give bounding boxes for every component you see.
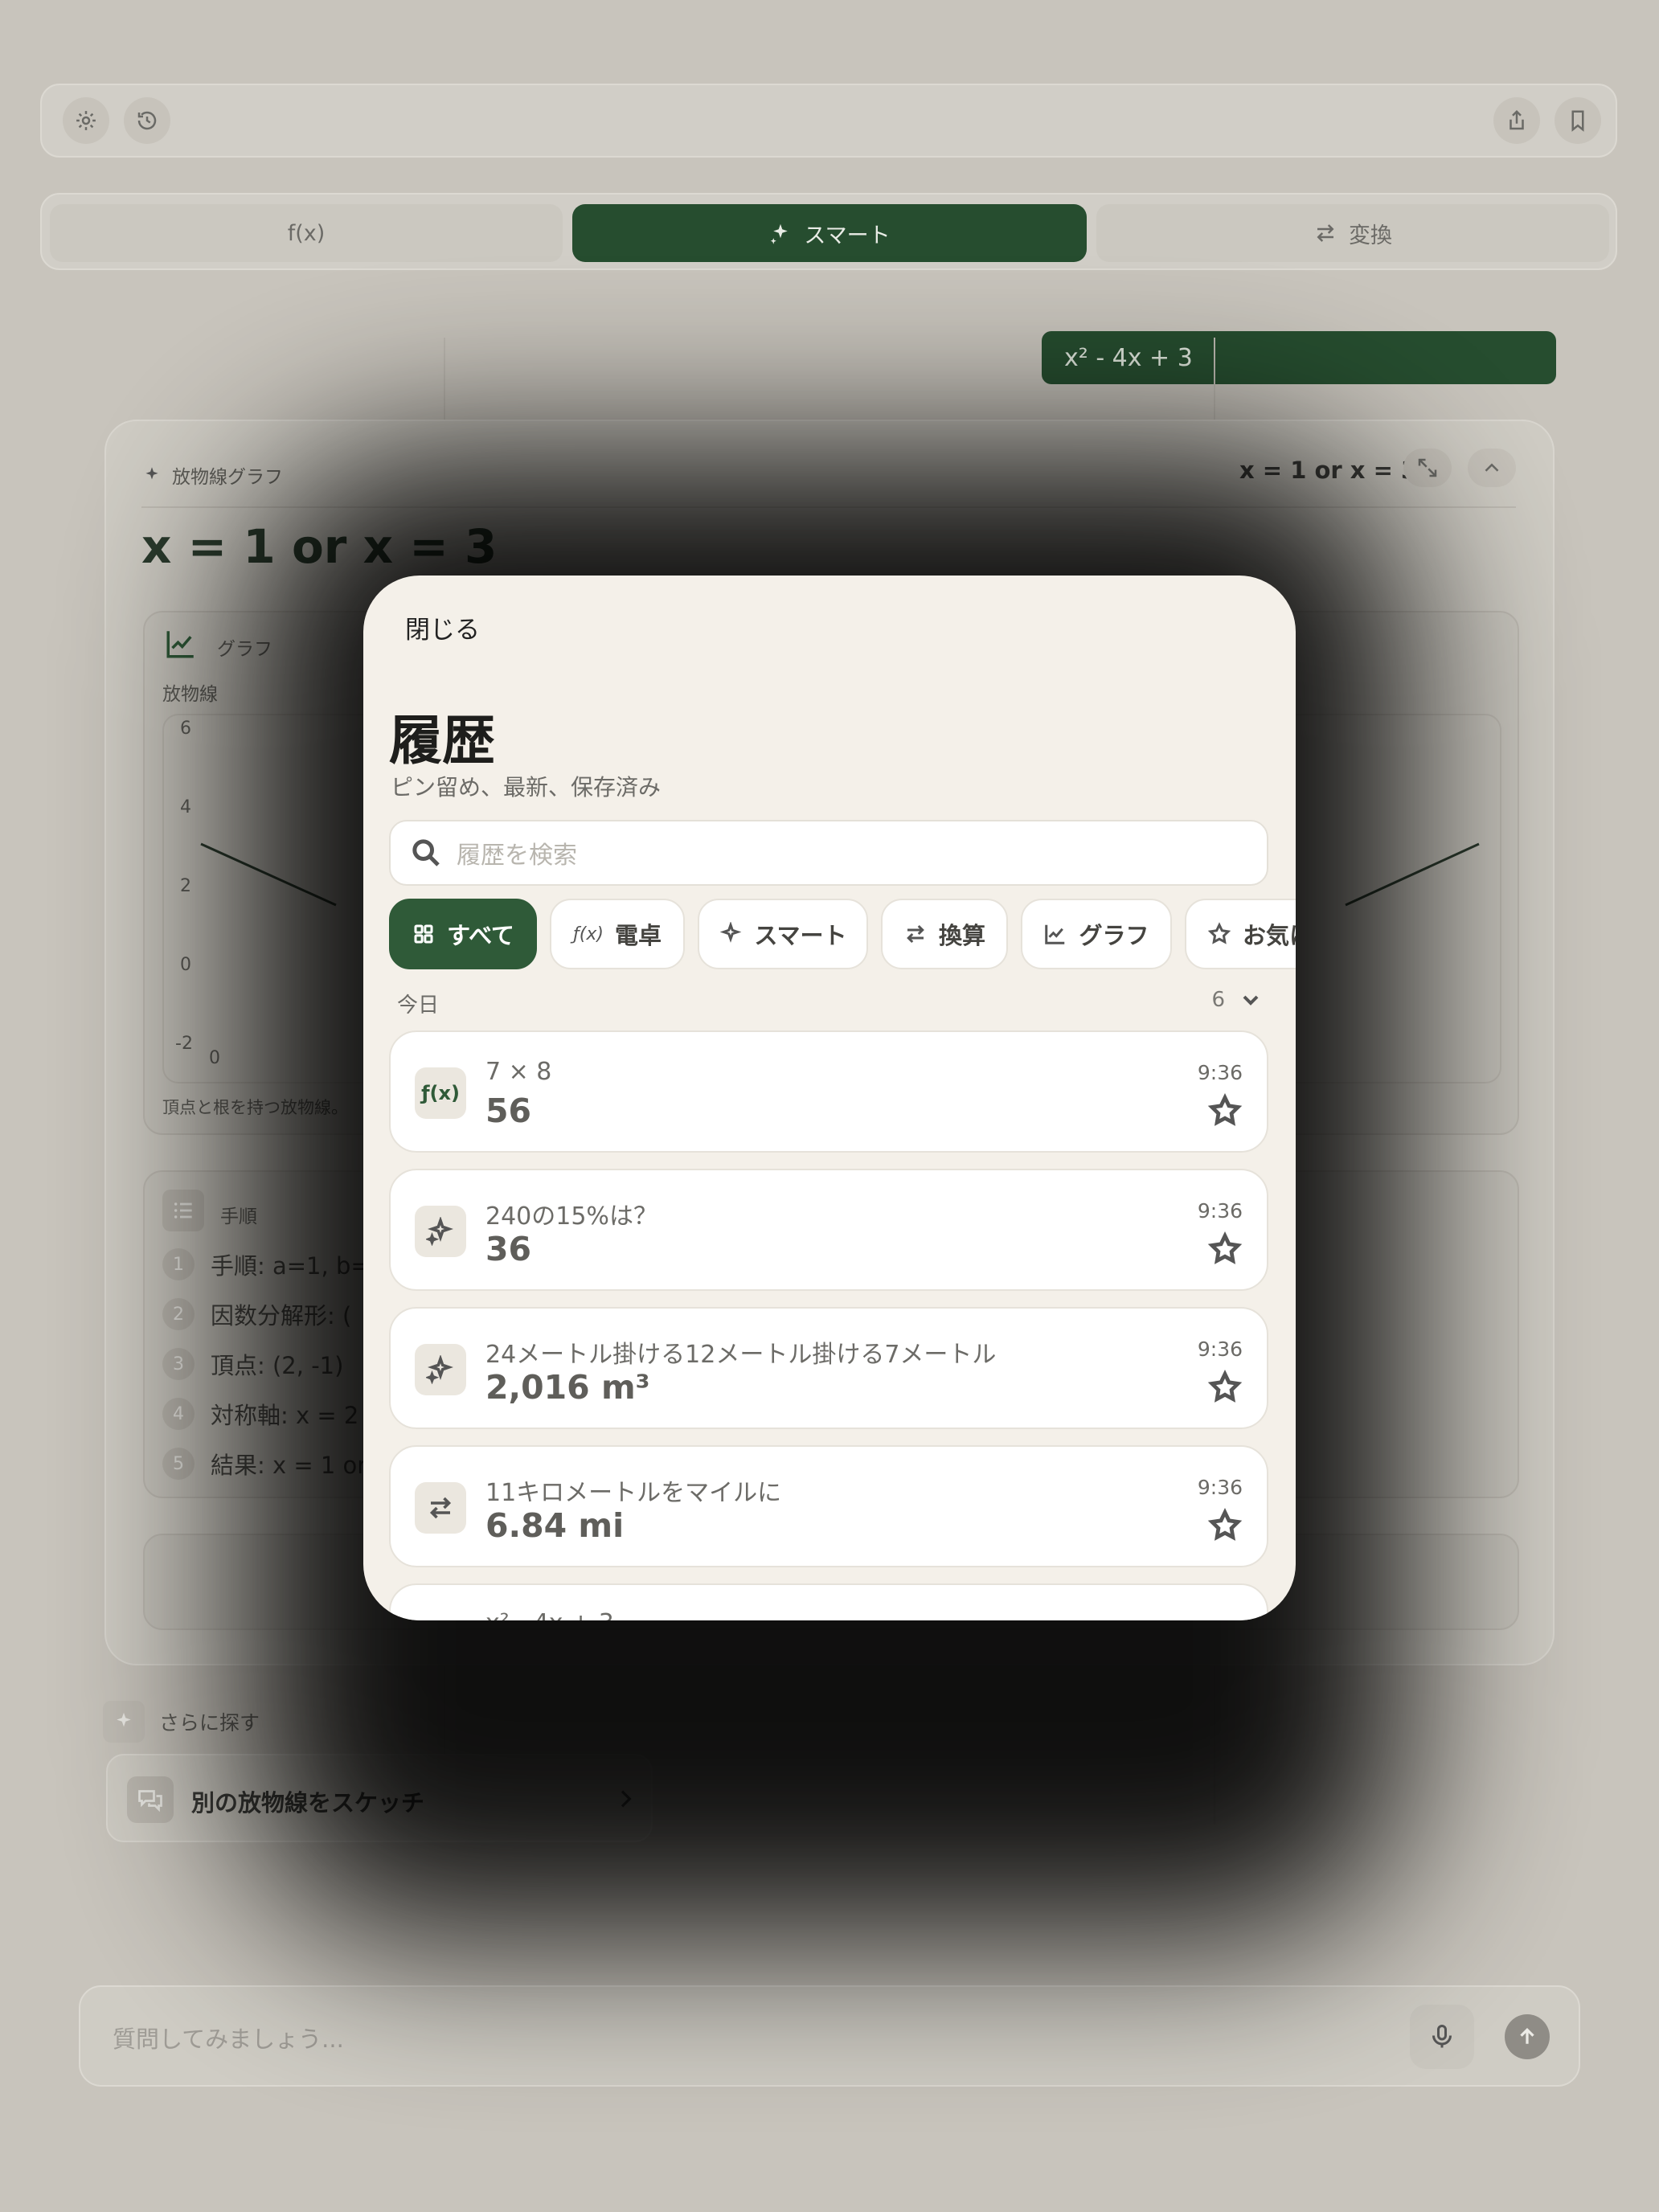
- history-time: 9:36: [1197, 1199, 1243, 1223]
- mode-segmented-control: f(x) スマート 変換: [40, 193, 1617, 270]
- mode-tab-convert-label: 変換: [1349, 223, 1392, 248]
- section-count-toggle[interactable]: 6: [1211, 987, 1264, 1013]
- history-query: 11キロメートルをマイルに: [485, 1479, 782, 1507]
- expression-text: x² - 4x + 3: [1064, 343, 1193, 372]
- sparkle-icon: [145, 467, 158, 480]
- chat-bubbles-icon: [127, 1776, 174, 1823]
- history-answer: 2,016 m³: [485, 1368, 650, 1407]
- step-number: 1: [162, 1248, 195, 1280]
- expand-icon[interactable]: [1403, 449, 1452, 487]
- star-icon[interactable]: [1207, 1231, 1243, 1267]
- sparkle-icon: [103, 1701, 145, 1743]
- history-query: 7 × 8: [485, 1058, 552, 1086]
- list-icon: [162, 1190, 204, 1231]
- mic-icon[interactable]: [1410, 2005, 1474, 2069]
- step-number: 4: [162, 1398, 195, 1430]
- mode-tab-fx[interactable]: f(x): [50, 204, 563, 262]
- filter-chip-label: お気に: [1243, 922, 1296, 949]
- bookmark-icon[interactable]: [1555, 97, 1601, 144]
- history-time: 9:36: [1197, 1061, 1243, 1084]
- filter-chip-graph[interactable]: グラフ: [1021, 899, 1172, 969]
- star-icon: [1207, 922, 1231, 944]
- history-item[interactable]: 11キロメートルをマイルに 6.84 mi 9:36: [389, 1445, 1268, 1567]
- function-icon: ƒ(x): [415, 1067, 466, 1119]
- sparkle-icon: [415, 1344, 466, 1395]
- filter-chip-label: 換算: [938, 922, 985, 949]
- filter-chip-conversion[interactable]: 換算: [881, 899, 1008, 969]
- card-kind-label: 放物線グラフ: [172, 467, 283, 488]
- star-icon[interactable]: [1207, 1508, 1243, 1543]
- filter-chip-label: スマート: [754, 922, 847, 949]
- mode-tab-smart-label: スマート: [804, 223, 891, 248]
- chart-icon: [166, 631, 194, 658]
- ask-bar: 質問してみましょう...: [79, 1985, 1580, 2087]
- filter-chip-label: グラフ: [1079, 922, 1149, 949]
- history-time: 9:36: [1197, 1337, 1243, 1361]
- history-modal: 閉じる 履歴 ピン留め、最新、保存済み 履歴を検索 すべて ƒ(x) 電卓 スマ…: [363, 576, 1296, 1620]
- mode-tab-smart[interactable]: スマート: [572, 204, 1087, 262]
- mode-tab-convert[interactable]: 変換: [1096, 204, 1609, 262]
- filter-chip-calculator[interactable]: ƒ(x) 電卓: [550, 899, 685, 969]
- history-item[interactable]: 240の15%は？ 36 9:36: [389, 1169, 1268, 1291]
- step-number: 5: [162, 1448, 195, 1480]
- section-label-today: 今日: [397, 993, 440, 1018]
- history-query: x² - 4x + 3: [485, 1609, 614, 1620]
- chevron-up-icon[interactable]: [1468, 449, 1516, 487]
- expression-pill[interactable]: x² - 4x + 3: [1042, 331, 1556, 384]
- function-icon: ƒ(x): [573, 924, 604, 944]
- function-icon-text: ƒ(x): [421, 1082, 460, 1104]
- gear-icon[interactable]: [63, 97, 109, 144]
- history-answer: 36: [485, 1230, 532, 1268]
- filter-chip-smart[interactable]: スマート: [698, 899, 868, 969]
- explore-header: さらに探す: [103, 1701, 260, 1743]
- filter-chip-label: 電卓: [614, 922, 662, 949]
- search-icon: [412, 839, 440, 866]
- step-number: 2: [162, 1298, 195, 1330]
- sparkle-icon: [415, 1206, 466, 1257]
- sparkle-icon: [720, 922, 742, 943]
- search-placeholder: 履歴を検索: [457, 842, 577, 870]
- history-query: 24メートル掛ける12メートル掛ける7メートル: [485, 1341, 997, 1369]
- send-icon[interactable]: [1505, 2014, 1550, 2059]
- arrows-swap-icon: [415, 1482, 466, 1534]
- modal-subtitle: ピン留め、最新、保存済み: [391, 774, 662, 801]
- chart-icon: [1045, 924, 1065, 944]
- sparkle-icon: [771, 223, 789, 244]
- mode-tab-fx-label: f(x): [287, 220, 326, 246]
- filter-chip-all[interactable]: すべて: [389, 899, 537, 969]
- star-icon[interactable]: [1207, 1093, 1243, 1129]
- history-item[interactable]: x² - 4x + 3: [389, 1583, 1268, 1620]
- history-time: 9:36: [1197, 1476, 1243, 1499]
- section-count: 6: [1211, 988, 1225, 1012]
- card-kind: 放物線グラフ: [141, 461, 283, 489]
- grid-icon: [414, 924, 433, 944]
- modal-title: 履歴: [389, 710, 495, 772]
- ask-input[interactable]: 質問してみましょう...: [113, 2021, 344, 2054]
- star-icon[interactable]: [1207, 1370, 1243, 1405]
- graph-subtitle: 放物線: [162, 684, 218, 705]
- history-answer: 56: [485, 1092, 532, 1130]
- top-toolbar: [40, 84, 1617, 158]
- arrows-swap-icon: [907, 924, 924, 944]
- filter-chip-favorites[interactable]: お気に: [1185, 899, 1296, 969]
- close-button[interactable]: 閉じる: [405, 609, 480, 645]
- filter-chip-label: すべて: [447, 922, 514, 949]
- share-icon[interactable]: [1493, 97, 1540, 144]
- step-number: 3: [162, 1348, 195, 1380]
- chevron-down-icon: [1243, 995, 1259, 1006]
- history-icon[interactable]: [124, 97, 170, 144]
- history-answer: 6.84 mi: [485, 1506, 625, 1545]
- arrows-swap-icon: [1317, 224, 1334, 242]
- history-query: 240の15%は？: [485, 1202, 657, 1231]
- history-item[interactable]: ƒ(x) 7 × 8 56 9:36: [389, 1030, 1268, 1153]
- history-search-input[interactable]: 履歴を検索: [389, 820, 1268, 886]
- history-item[interactable]: 24メートル掛ける12メートル掛ける7メートル 2,016 m³ 9:36: [389, 1307, 1268, 1429]
